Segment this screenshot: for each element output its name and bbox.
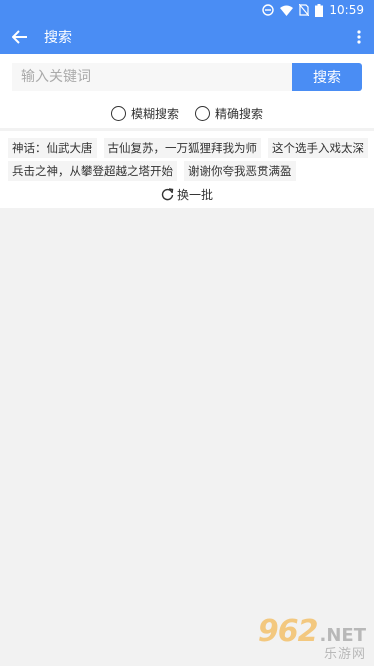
fuzzy-search-label: 模糊搜索 [130,106,179,121]
hot-search-panel: 神话：仙武大唐 古仙复苏，一万狐狸拜我为师 这个选手入戏太深 兵击之神，从攀登超… [0,131,374,208]
watermark-site-name: 乐游网 [323,647,366,662]
status-time: 10:59 [329,3,364,17]
search-panel: 搜索 模糊搜索 精确搜索 [0,54,374,128]
search-button[interactable]: 搜索 [292,63,362,91]
radio-unchecked-icon [110,105,126,121]
site-watermark: 962 .NET 乐游网 [232,614,366,662]
hot-tags-row: 兵击之神，从攀登超越之塔开始 谢谢你夸我恶贯满盈 [8,161,303,181]
radio-unchecked-icon [195,105,210,121]
app-bar: 搜索 [0,20,374,54]
arrow-left-icon [12,30,27,44]
fuzzy-search-option[interactable]: 模糊搜索 [110,105,179,122]
wifi-icon [280,5,294,16]
hot-tag[interactable]: 这个选手入戏太深 [268,138,368,158]
search-input[interactable] [12,63,292,91]
more-menu-button[interactable] [344,20,374,54]
exact-search-option[interactable]: 精确搜索 [195,105,263,122]
more-vertical-icon [357,30,361,44]
watermark-number: 962 [257,614,319,649]
refresh-label: 换一批 [176,188,213,202]
battery-icon [315,3,324,17]
hot-tag[interactable]: 神话：仙武大唐 [8,138,97,158]
search-mode-group: 模糊搜索 精确搜索 [0,104,374,122]
do-not-disturb-icon [262,4,275,16]
hot-tags-row: 神话：仙武大唐 古仙复苏，一万狐狸拜我为师 这个选手入戏太深 [8,138,374,158]
exact-search-label: 精确搜索 [215,106,264,121]
search-row: 搜索 [12,63,362,91]
back-button[interactable] [0,20,40,54]
hot-tag[interactable]: 兵击之神，从攀登超越之塔开始 [8,161,177,181]
refresh-icon [161,188,174,201]
hot-tag[interactable]: 谢谢你夸我恶贯满盈 [184,161,296,181]
page-title: 搜索 [44,30,72,46]
refresh-button[interactable]: 换一批 [0,186,374,203]
no-sim-icon [299,4,310,16]
status-bar: 10:59 [0,0,374,20]
hot-tag[interactable]: 古仙复苏，一万狐狸拜我为师 [103,138,261,158]
